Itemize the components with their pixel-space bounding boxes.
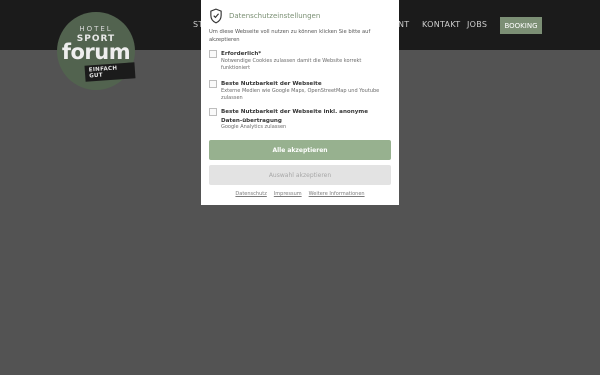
dialog-intro-text: Um diese Webseite voll nutzen zu können … (209, 29, 371, 44)
hotel-logo[interactable]: HOTEL SPORT forum EINFACH GUT (57, 12, 136, 90)
option-description: Notwendige Cookies zulassen damit die We… (221, 58, 362, 71)
dialog-title: Datenschutzeinstellungen (229, 12, 321, 20)
more-info-link[interactable]: Weitere Informationen (309, 191, 365, 197)
nav-item-partial-right[interactable]: NT (398, 20, 409, 29)
nav-item-jobs[interactable]: JOBS (467, 20, 487, 29)
accept-all-button[interactable]: Alle akzeptieren (209, 140, 391, 160)
option-title: Beste Nutzbarkeit der Webseite inkl. ano… (221, 109, 369, 124)
logo-forum-text: forum (61, 40, 131, 64)
impressum-link[interactable]: Impressum (274, 191, 302, 197)
datenschutz-link[interactable]: Datenschutz (235, 191, 266, 197)
checkbox-external-media[interactable] (209, 80, 217, 88)
logo-hotel-text: HOTEL (79, 25, 113, 33)
dialog-header: Datenschutzeinstellungen (209, 8, 320, 24)
accept-selection-button[interactable]: Auswahl akzeptieren (209, 165, 391, 185)
booking-button[interactable]: BOOKING (500, 17, 542, 34)
checkbox-analytics[interactable] (209, 108, 217, 116)
option-description: Google Analytics zulassen (221, 124, 287, 130)
privacy-settings-dialog: Datenschutzeinstellungen Um diese Websei… (201, 0, 399, 205)
logo-tagline: EINFACH GUT (84, 62, 136, 82)
checkbox-required[interactable] (209, 50, 217, 58)
shield-check-icon (210, 8, 222, 24)
option-description: Externe Medien wie Google Maps, OpenStre… (221, 88, 380, 101)
nav-item-kontakt[interactable]: KONTAKT (422, 20, 460, 29)
dialog-footer-links: Datenschutz Impressum Weitere Informatio… (201, 191, 399, 197)
